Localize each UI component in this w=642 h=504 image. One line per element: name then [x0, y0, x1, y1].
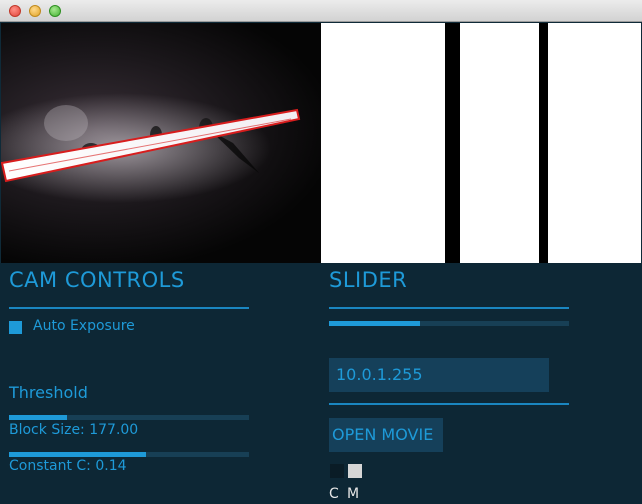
- auto-exposure-checkbox[interactable]: [9, 321, 22, 334]
- camera-feed-view: [1, 23, 321, 263]
- block-size-slider[interactable]: [9, 415, 249, 420]
- section-divider: [9, 307, 249, 309]
- main-slider[interactable]: [329, 321, 569, 326]
- open-movie-button[interactable]: OPEN MOVIE: [329, 418, 443, 452]
- section-divider: [329, 403, 569, 405]
- maximize-window-button[interactable]: [49, 5, 61, 17]
- ip-address-field[interactable]: 10.0.1.255: [329, 358, 549, 392]
- minimize-window-button[interactable]: [29, 5, 41, 17]
- toggle-c-button[interactable]: [330, 464, 344, 478]
- slider-title: SLIDER: [329, 268, 408, 292]
- toggle-m-button[interactable]: [348, 464, 362, 478]
- title-bar[interactable]: [0, 0, 642, 22]
- threshold-label: Threshold: [9, 383, 88, 402]
- camera-feed-image: [1, 93, 301, 203]
- constant-c-slider-fill: [9, 452, 146, 457]
- close-window-button[interactable]: [9, 5, 21, 17]
- app-window: CAM CONTROLS Auto Exposure Threshold Blo…: [0, 0, 642, 504]
- section-divider: [329, 307, 569, 309]
- constant-c-slider[interactable]: [9, 452, 249, 457]
- toggle-c-label: C: [329, 486, 339, 502]
- block-size-slider-fill: [9, 415, 67, 420]
- threshold-view: [321, 23, 641, 263]
- cam-controls-title: CAM CONTROLS: [9, 268, 185, 292]
- open-movie-label: OPEN MOVIE: [332, 425, 434, 444]
- toggle-m-label: M: [347, 486, 360, 502]
- threshold-blob: [445, 23, 460, 263]
- threshold-blob: [539, 23, 548, 263]
- constant-c-label: Constant C: 0.14: [9, 458, 127, 474]
- auto-exposure-label: Auto Exposure: [33, 318, 135, 334]
- main-slider-fill: [329, 321, 421, 326]
- block-size-label: Block Size: 177.00: [9, 422, 139, 438]
- ip-address-value: 10.0.1.255: [336, 365, 423, 384]
